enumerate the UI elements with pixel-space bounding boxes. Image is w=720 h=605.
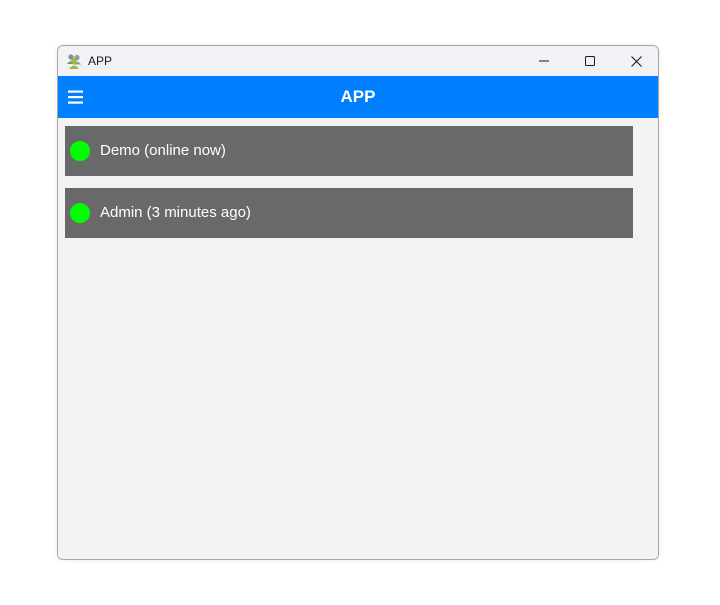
minimize-button[interactable] [521,46,567,76]
users-icon [66,53,82,69]
window-title: APP [88,54,113,68]
window-titlebar[interactable]: APP [58,46,658,76]
user-list: Demo (online now) Admin (3 minutes ago) [58,118,658,559]
close-button[interactable] [613,46,658,76]
app-window: APP APP Demo (online now) Admin (3 minut… [57,45,659,560]
status-online-indicator [70,203,90,223]
status-online-indicator [70,141,90,161]
close-icon [630,55,642,67]
hamburger-menu-icon[interactable] [67,89,85,105]
minimize-icon [539,56,549,66]
maximize-icon [585,56,595,66]
user-label: Admin (3 minutes ago) [100,204,251,221]
list-item[interactable]: Admin (3 minutes ago) [65,188,633,238]
maximize-button[interactable] [567,46,613,76]
page-title: APP [340,87,376,106]
user-label: Demo (online now) [100,142,226,159]
app-header-bar: APP [58,76,658,118]
list-item[interactable]: Demo (online now) [65,126,633,176]
